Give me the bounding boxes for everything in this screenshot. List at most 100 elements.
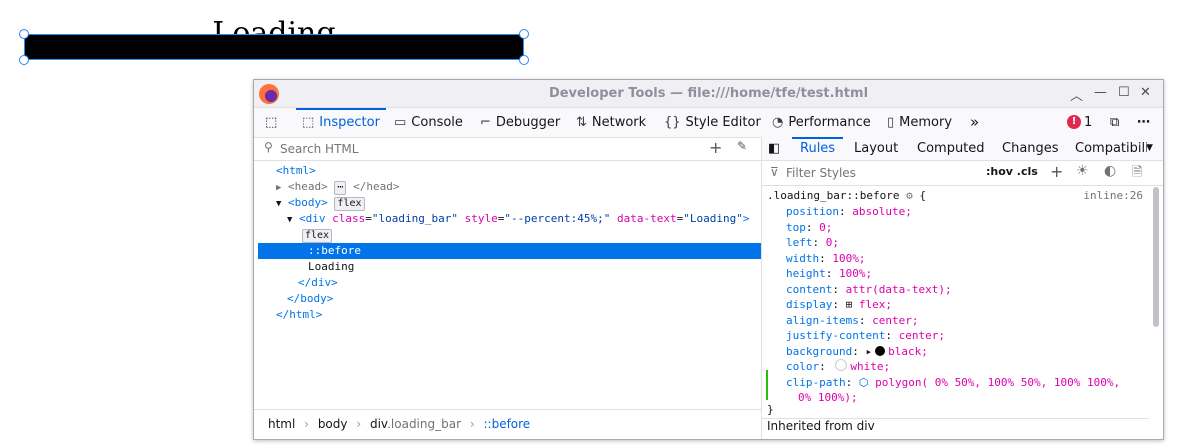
property-value[interactable]: absolute;: [852, 205, 912, 218]
search-html-input[interactable]: [278, 139, 682, 159]
color-swatch-white[interactable]: [835, 359, 848, 371]
property-name[interactable]: height: [786, 267, 826, 280]
filter-styles-input[interactable]: [784, 163, 978, 183]
minimize-icon[interactable]: —: [1094, 85, 1107, 100]
flex-badge[interactable]: flex: [302, 229, 333, 243]
error-icon[interactable]: !: [1067, 115, 1081, 129]
dark-mode-icon[interactable]: ◐: [1104, 163, 1116, 179]
highlight-handle-bottom-left[interactable]: [19, 55, 29, 65]
gear-icon[interactable]: ⚙: [906, 189, 913, 202]
tab-performance[interactable]: ◔ Performance: [772, 108, 871, 137]
tree-row-div[interactable]: ▼ <div class="loading_bar" style="--perc…: [254, 211, 761, 227]
tab-console[interactable]: ▭ Console: [394, 108, 463, 137]
tab-inspector[interactable]: ⬚ Inspector: [296, 108, 386, 137]
property-name[interactable]: background: [786, 345, 852, 358]
property-value[interactable]: attr(data-text);: [846, 283, 952, 296]
expand-arrow-icon[interactable]: ▸: [865, 345, 872, 358]
property-value[interactable]: white;: [850, 360, 890, 373]
property-name[interactable]: color: [786, 360, 819, 373]
tab-computed[interactable]: Computed: [917, 137, 985, 160]
rule-source-link[interactable]: inline:26: [1083, 188, 1143, 203]
collapsed-badge[interactable]: ⋯: [334, 181, 347, 195]
color-swatch-black[interactable]: [875, 345, 886, 356]
chevron-down-icon[interactable]: ▼: [1146, 137, 1153, 160]
declaration-row[interactable]: justify-content: center;: [762, 328, 1149, 343]
tab-layout[interactable]: Layout: [854, 137, 898, 160]
flex-badge[interactable]: flex: [334, 197, 365, 211]
property-name[interactable]: align-items: [786, 314, 859, 327]
chevron-up-icon[interactable]: ︿: [1070, 85, 1083, 104]
tab-changes[interactable]: Changes: [1002, 137, 1059, 160]
collapse-arrow-icon[interactable]: ▼: [276, 199, 281, 209]
property-name[interactable]: display: [786, 298, 832, 311]
flexbox-highlighter-icon[interactable]: ⊞: [846, 298, 859, 311]
declaration-row[interactable]: content: attr(data-text);: [762, 282, 1149, 297]
property-value[interactable]: 0;: [826, 236, 839, 249]
maximize-icon[interactable]: ☐: [1118, 85, 1130, 100]
more-options-icon[interactable]: ⋯: [1137, 108, 1150, 137]
declaration-row[interactable]: background: ▸ black;: [762, 344, 1149, 359]
property-name[interactable]: clip-path: [786, 376, 846, 389]
shape-editor-icon[interactable]: ⬡: [859, 376, 875, 389]
declaration-row[interactable]: left: 0;: [762, 235, 1149, 250]
property-value[interactable]: 0;: [819, 221, 832, 234]
hov-cls-toggles[interactable]: :hov .cls: [986, 165, 1038, 178]
tree-row-html-close[interactable]: </html>: [254, 307, 761, 323]
eyedropper-icon[interactable]: ✎: [737, 139, 747, 153]
breadcrumb-body[interactable]: body: [318, 417, 348, 431]
property-value[interactable]: 100%;: [832, 252, 865, 265]
tree-row-body[interactable]: ▼ <body> flex: [254, 195, 761, 211]
property-name[interactable]: width: [786, 252, 819, 265]
property-name[interactable]: justify-content: [786, 329, 885, 342]
add-node-icon[interactable]: +: [709, 138, 722, 157]
declaration-row[interactable]: align-items: center;: [762, 313, 1149, 328]
declaration-row[interactable]: width: 100%;: [762, 251, 1149, 266]
add-rule-icon[interactable]: +: [1050, 162, 1063, 181]
tree-row-head[interactable]: ▶ <head> ⋯ </head>: [254, 179, 761, 195]
tab-style-editor[interactable]: {} Style Editor: [664, 108, 761, 137]
expand-arrow-icon[interactable]: ▶: [276, 183, 281, 193]
declaration-row[interactable]: top: 0;: [762, 220, 1149, 235]
tree-row-html[interactable]: <html>: [254, 163, 761, 179]
breadcrumb-div[interactable]: div.loading_bar: [370, 417, 461, 431]
tab-memory[interactable]: ▯ Memory: [887, 108, 952, 137]
breadcrumb-html[interactable]: html: [268, 417, 295, 431]
more-tools-chevron-icon[interactable]: »: [970, 108, 979, 137]
dock-options-icon[interactable]: ⧉: [1110, 108, 1119, 137]
tab-compatibility[interactable]: Compatibili: [1075, 137, 1147, 160]
tree-row-before-selected[interactable]: ::before: [258, 243, 761, 259]
light-mode-icon[interactable]: ☀: [1076, 163, 1089, 179]
declaration-row[interactable]: clip-path: ⬡ polygon( 0% 50%, 100% 50%, …: [762, 375, 1149, 390]
property-name[interactable]: position: [786, 205, 839, 218]
print-media-icon[interactable]: 🗎: [1132, 163, 1142, 185]
declaration-row[interactable]: color: white;: [762, 359, 1149, 374]
declaration-row[interactable]: height: 100%;: [762, 266, 1149, 281]
property-value[interactable]: polygon( 0% 50%, 100% 50%, 100% 100%,: [875, 376, 1120, 389]
tab-debugger[interactable]: ⌐ Debugger: [480, 108, 560, 137]
declaration-row[interactable]: position: absolute;: [762, 204, 1149, 219]
declaration-row[interactable]: display: ⊞ flex;: [762, 297, 1149, 312]
close-icon[interactable]: ✕: [1140, 85, 1151, 100]
rules-scrollbar[interactable]: [1153, 187, 1159, 327]
highlight-handle-top-left[interactable]: [19, 29, 29, 39]
tree-row-text[interactable]: Loading: [254, 259, 761, 275]
error-count[interactable]: 1: [1084, 108, 1092, 137]
tree-row-div-close[interactable]: </div>: [254, 275, 761, 291]
tree-row-body-close[interactable]: </body>: [254, 291, 761, 307]
property-name[interactable]: content: [786, 283, 832, 296]
property-name[interactable]: top: [786, 221, 806, 234]
collapse-arrow-icon[interactable]: ▼: [287, 215, 292, 225]
breadcrumb-before[interactable]: ::before: [483, 417, 530, 431]
property-value[interactable]: 100%;: [839, 267, 872, 280]
highlight-handle-top-right[interactable]: [519, 29, 529, 39]
property-name[interactable]: left: [786, 236, 813, 249]
tab-rules[interactable]: Rules: [791, 137, 844, 160]
property-value[interactable]: center;: [872, 314, 918, 327]
element-picker-icon[interactable]: ⬚: [265, 108, 277, 137]
property-value[interactable]: flex;: [859, 298, 892, 311]
property-value[interactable]: black;: [888, 345, 928, 358]
toggle-pane-icon[interactable]: ◧: [768, 137, 780, 160]
tab-network[interactable]: ⇅ Network: [576, 108, 646, 137]
property-value[interactable]: center;: [899, 329, 945, 342]
highlight-handle-bottom-right[interactable]: [519, 55, 529, 65]
